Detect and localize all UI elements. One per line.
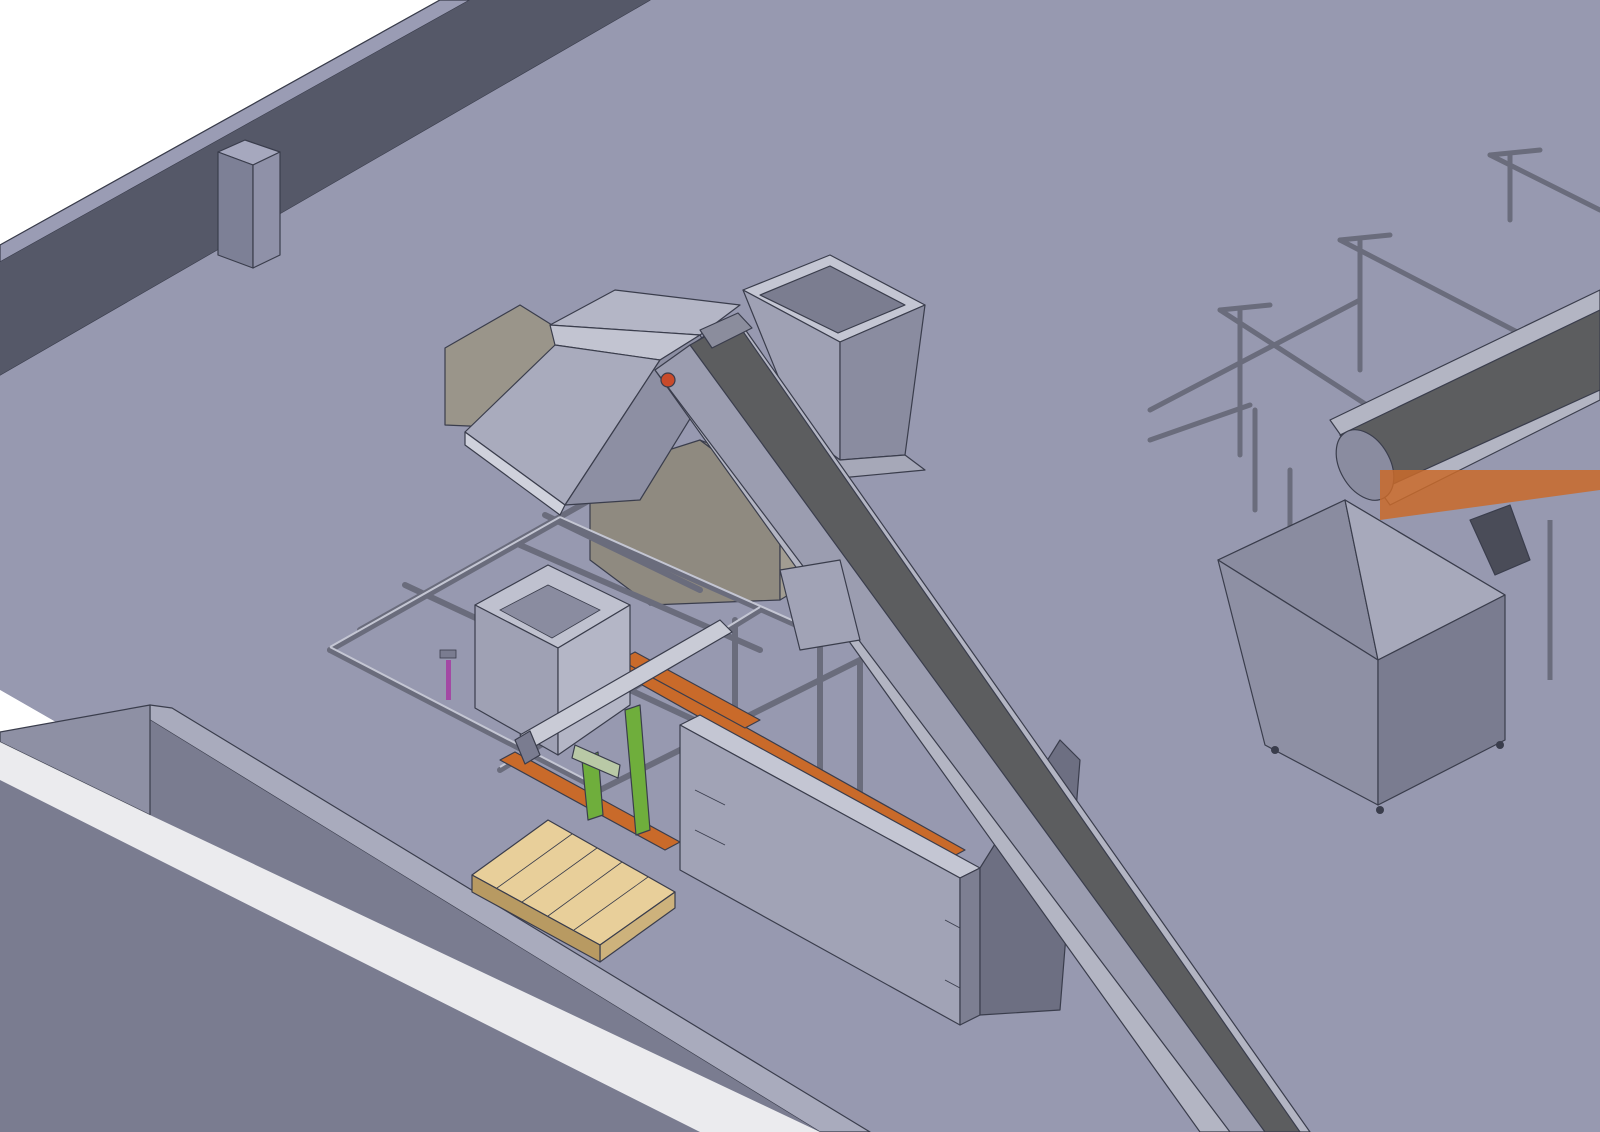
cad-scene: [0, 0, 1600, 1132]
cad-viewport[interactable]: [0, 0, 1600, 1132]
